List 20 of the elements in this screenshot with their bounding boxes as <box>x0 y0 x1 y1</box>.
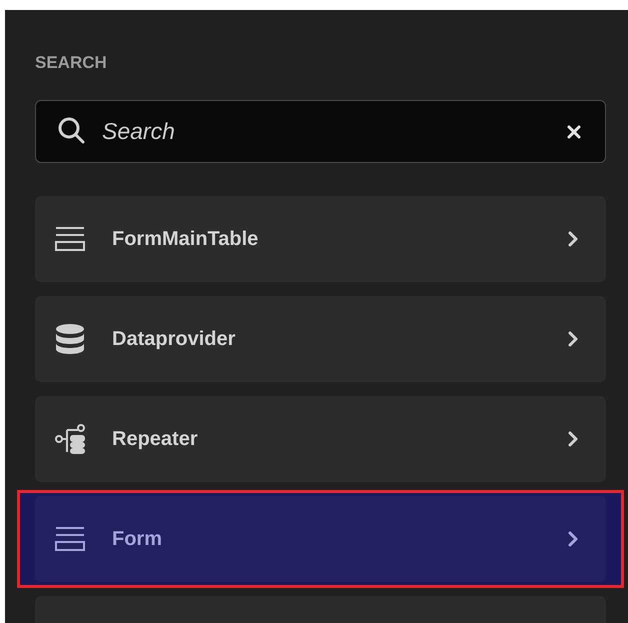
list-item[interactable]: Repeater <box>35 396 606 482</box>
list-item[interactable]: Form <box>35 496 606 582</box>
item-label: Repeater <box>112 427 199 452</box>
database-icon <box>55 324 85 354</box>
item-label: FormMainTable <box>112 227 260 252</box>
list-item[interactable]: Dataprovider <box>35 296 606 382</box>
section-title: SEARCH <box>35 52 108 74</box>
search-icon <box>57 116 87 146</box>
item-label: Form <box>112 527 163 552</box>
table-rows-icon <box>55 526 85 552</box>
list-item[interactable]: FormMainTable <box>35 196 606 282</box>
repeater-icon <box>55 424 85 454</box>
table-rows-icon <box>55 226 85 252</box>
chevron-right-icon <box>568 531 578 547</box>
close-icon[interactable] <box>567 125 581 139</box>
chevron-right-icon <box>568 331 578 347</box>
search-field[interactable]: Search <box>35 100 606 163</box>
item-label: Dataprovider <box>112 327 236 352</box>
chevron-right-icon <box>568 431 578 447</box>
chevron-right-icon <box>568 231 578 247</box>
